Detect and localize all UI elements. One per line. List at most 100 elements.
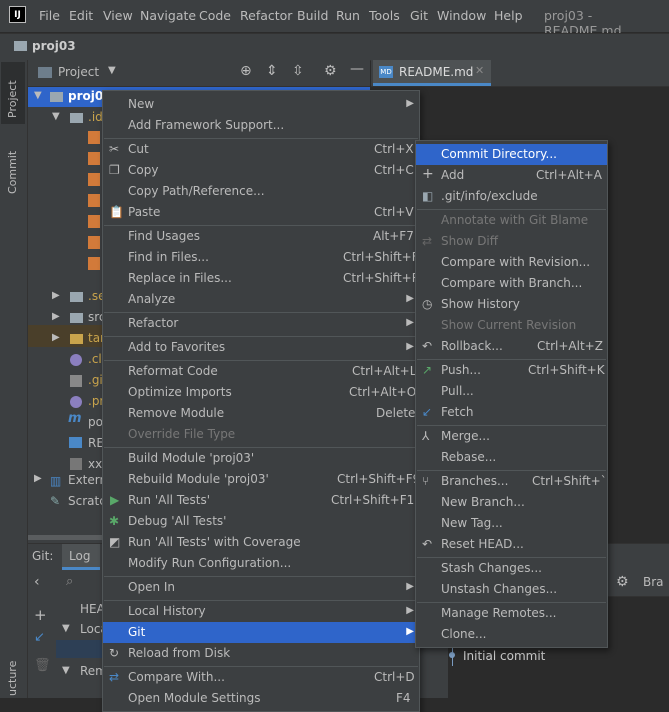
chevron-right-icon[interactable]: ▶ xyxy=(52,290,60,301)
menu-item-cut[interactable]: ✂ Cut Ctrl+X xyxy=(103,139,419,160)
menu-item-new-branch[interactable]: New Branch... xyxy=(416,492,607,513)
gear-icon[interactable]: ⚙ xyxy=(324,63,337,79)
menu-item-modify-run-config[interactable]: Modify Run Configuration... xyxy=(103,553,419,574)
chevron-right-icon[interactable]: ▶ xyxy=(52,332,60,343)
menu-item-reformat-code[interactable]: Reformat Code Ctrl+Alt+L xyxy=(103,361,419,382)
structure-tab-label[interactable]: ucture xyxy=(6,661,19,696)
menu-run[interactable]: Run xyxy=(336,8,360,23)
breadcrumb-project[interactable]: proj03 xyxy=(32,39,76,53)
menu-item-find-in-files[interactable]: Find in Files... Ctrl+Shift+F xyxy=(103,247,419,268)
menu-item-compare-with[interactable]: ⇄ Compare With... Ctrl+D xyxy=(103,667,419,688)
menu-item-replace-in-files[interactable]: Replace in Files... Ctrl+Shift+R xyxy=(103,268,420,289)
chevron-down-icon[interactable]: ▼ xyxy=(52,111,60,122)
menu-view[interactable]: View xyxy=(103,8,133,23)
menu-item-compare-revision[interactable]: Compare with Revision... xyxy=(416,252,607,273)
chevron-down-icon[interactable]: ▼ xyxy=(62,665,70,676)
menu-item-new-tag[interactable]: New Tag... xyxy=(416,513,607,534)
menu-item-git[interactable]: Git ▶ xyxy=(103,622,419,643)
menu-item-copy-path[interactable]: Copy Path/Reference... xyxy=(103,181,419,202)
chevron-down-icon[interactable]: ▼ xyxy=(108,65,116,76)
menu-item-commit-directory[interactable]: Commit Directory... xyxy=(416,144,607,165)
scrollbar-thumb[interactable] xyxy=(28,535,108,540)
menu-item-find-usages[interactable]: Find Usages Alt+F7 xyxy=(103,226,419,247)
menu-item-open-in[interactable]: Open In ▶ xyxy=(103,577,419,598)
chevron-down-icon[interactable]: ▼ xyxy=(34,90,42,101)
menu-item-merge[interactable]: ⅄ Merge... xyxy=(416,426,607,447)
chevron-down-icon[interactable]: ▼ xyxy=(62,623,70,634)
menu-item-refactor[interactable]: Refactor ▶ xyxy=(103,313,419,334)
menu-item-show-history[interactable]: ◷ Show History xyxy=(416,294,607,315)
menu-item-new[interactable]: New ▶ xyxy=(103,94,419,115)
menu-tools[interactable]: Tools xyxy=(369,8,400,23)
update-arrow-icon[interactable]: ↙ xyxy=(34,630,45,645)
collapse-all-icon[interactable]: ⇳ xyxy=(292,63,304,79)
menu-item-open-module-settings[interactable]: Open Module Settings F4 xyxy=(103,688,419,709)
menu-item-stash[interactable]: Stash Changes... xyxy=(416,558,607,579)
close-icon[interactable]: ✕ xyxy=(475,64,484,77)
project-panel-title[interactable]: Project xyxy=(58,65,99,79)
menu-item-git-add[interactable]: + Add Ctrl+Alt+A xyxy=(416,165,607,186)
menu-item-compare-branch[interactable]: Compare with Branch... xyxy=(416,273,607,294)
menu-item-paste[interactable]: 📋 Paste Ctrl+V xyxy=(103,202,419,223)
menu-item-rebuild-module[interactable]: Rebuild Module 'proj03' Ctrl+Shift+F9 xyxy=(103,469,420,490)
menu-item-add-framework[interactable]: Add Framework Support... xyxy=(103,115,419,136)
menu-label: Run 'All Tests' with Coverage xyxy=(128,535,301,549)
editor-tab-readme[interactable]: MD README.md ✕ xyxy=(373,60,491,86)
menu-item-reload-from-disk[interactable]: ↻ Reload from Disk xyxy=(103,643,419,664)
menu-item-run-all-tests[interactable]: ▶ Run 'All Tests' Ctrl+Shift+F10 xyxy=(103,490,422,511)
menu-item-debug-all-tests[interactable]: ✱ Debug 'All Tests' xyxy=(103,511,419,532)
menu-item-pull[interactable]: Pull... xyxy=(416,381,607,402)
menu-window[interactable]: Window xyxy=(437,8,486,23)
menu-item-push[interactable]: ↗ Push... Ctrl+Shift+K xyxy=(416,360,607,381)
menu-refactor[interactable]: Refactor xyxy=(240,8,292,23)
menu-item-remove-module[interactable]: Remove Module Delete xyxy=(103,403,419,424)
tree-item[interactable]: po xyxy=(88,415,103,429)
menu-item-show-current-revision: Show Current Revision xyxy=(416,315,607,336)
menu-item-add-to-favorites[interactable]: Add to Favorites ▶ xyxy=(103,337,419,358)
back-arrow-icon[interactable]: ‹ xyxy=(34,574,40,590)
delete-icon[interactable]: 🗑 xyxy=(34,658,51,673)
menu-code[interactable]: Code xyxy=(199,8,231,23)
menu-item-local-history[interactable]: Local History ▶ xyxy=(103,601,419,622)
menu-item-rollback[interactable]: ↶ Rollback... Ctrl+Alt+Z xyxy=(416,336,607,357)
menu-item-copy[interactable]: ❐ Copy Ctrl+C xyxy=(103,160,419,181)
menu-item-manage-remotes[interactable]: Manage Remotes... xyxy=(416,603,607,624)
menu-item-rebase[interactable]: Rebase... xyxy=(416,447,607,468)
minimize-icon[interactable]: — xyxy=(350,61,364,77)
menu-file[interactable]: File xyxy=(39,8,60,23)
commit-tab-label[interactable]: Commit xyxy=(6,151,19,194)
menu-label: .git/info/exclude xyxy=(441,189,538,203)
menu-edit[interactable]: Edit xyxy=(69,8,93,23)
menu-item-fetch[interactable]: ↙ Fetch xyxy=(416,402,607,423)
menu-item-git-exclude[interactable]: ◧ .git/info/exclude xyxy=(416,186,607,207)
expand-all-icon[interactable]: ⇕ xyxy=(266,63,278,79)
menu-item-analyze[interactable]: Analyze ▶ xyxy=(103,289,419,310)
menu-build[interactable]: Build xyxy=(297,8,328,23)
selected-branch-row[interactable] xyxy=(56,640,106,658)
branches-column-header[interactable]: Bra xyxy=(643,575,664,589)
project-tab-label[interactable]: Project xyxy=(6,80,19,118)
tab-log[interactable]: Log xyxy=(62,544,100,570)
menu-help[interactable]: Help xyxy=(494,8,523,23)
search-icon[interactable]: ⌕ xyxy=(66,574,73,589)
chevron-right-icon[interactable]: ▶ xyxy=(52,311,60,322)
menu-item-reset-head[interactable]: ↶ Reset HEAD... xyxy=(416,534,607,555)
chevron-right-icon[interactable]: ▶ xyxy=(34,473,42,484)
menu-item-run-with-coverage[interactable]: ◩ Run 'All Tests' with Coverage xyxy=(103,532,419,553)
add-icon[interactable]: + xyxy=(34,606,47,624)
gear-icon[interactable]: ⚙ xyxy=(616,574,629,590)
menu-item-unstash[interactable]: Unstash Changes... xyxy=(416,579,607,600)
menu-label: Rebuild Module 'proj03' xyxy=(128,472,269,486)
menu-item-optimize-imports[interactable]: Optimize Imports Ctrl+Alt+O xyxy=(103,382,419,403)
menu-item-clone[interactable]: Clone... xyxy=(416,624,607,645)
menu-item-show-diff: ⇄ Show Diff xyxy=(416,231,607,252)
menu-item-build-module[interactable]: Build Module 'proj03' xyxy=(103,448,419,469)
menu-git[interactable]: Git xyxy=(410,8,428,23)
locate-icon[interactable]: ⊕ xyxy=(240,63,252,79)
tree-item[interactable]: Scratc xyxy=(68,494,106,508)
menu-shortcut: Ctrl+X xyxy=(374,142,414,156)
menu-item-branches[interactable]: ⑂ Branches... Ctrl+Shift+` xyxy=(416,471,607,492)
commit-message[interactable]: Initial commit xyxy=(463,649,545,663)
menu-label: Add xyxy=(441,168,465,182)
menu-navigate[interactable]: Navigate xyxy=(140,8,196,23)
